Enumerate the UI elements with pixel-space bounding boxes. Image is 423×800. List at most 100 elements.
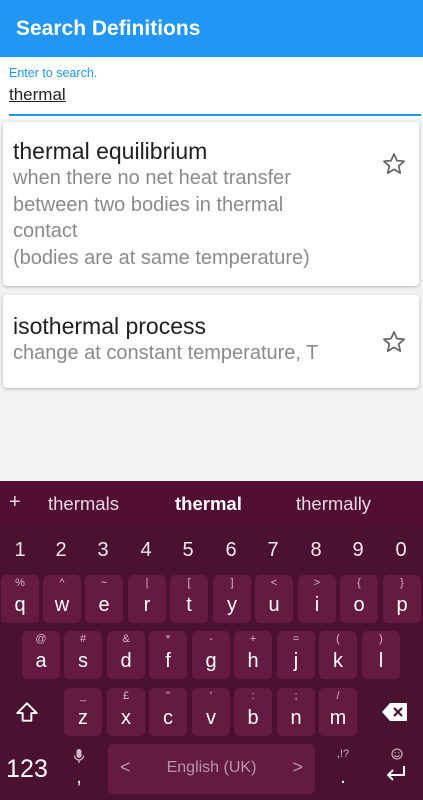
symbols-key[interactable]: 123 — [0, 744, 54, 794]
key-letter: n — [290, 707, 302, 729]
key-y[interactable]: ] y — [213, 575, 251, 623]
key-letter: u — [268, 594, 280, 616]
key-r[interactable]: | r — [128, 575, 166, 623]
key-symbol: | — [145, 577, 149, 589]
comma-key[interactable]: , — [60, 744, 98, 794]
key-l[interactable]: ) l — [362, 631, 400, 679]
key-letter: g — [205, 650, 217, 672]
key-g[interactable]: -g — [192, 631, 230, 679]
key-symbol: ' — [209, 690, 213, 702]
key-v[interactable]: ' v — [192, 688, 230, 736]
key-letter: w — [54, 594, 70, 616]
key-symbol: [ — [187, 577, 191, 589]
key-4[interactable]: 4 — [131, 539, 161, 562]
shift-key[interactable] — [4, 688, 50, 736]
enter-key[interactable] — [372, 744, 418, 794]
key-symbol: = — [292, 633, 300, 645]
app-bar: Search Definitions — [0, 0, 423, 57]
comma-label: , — [76, 766, 82, 788]
key-w[interactable]: ^ w — [43, 575, 81, 623]
key-q[interactable]: % q — [1, 575, 39, 623]
key-x[interactable]: £ x — [107, 688, 145, 736]
key-9[interactable]: 9 — [343, 539, 373, 562]
key-letter: e — [98, 594, 110, 616]
key-letter: a — [35, 650, 47, 672]
key-letter: s — [78, 650, 88, 672]
key-symbol: ~ — [100, 577, 108, 589]
key-symbol: ( — [336, 633, 340, 645]
key-b[interactable]: :b — [234, 688, 272, 736]
key-e[interactable]: ~ e — [85, 575, 123, 623]
chevron-right-icon[interactable]: > — [292, 757, 303, 778]
key-6[interactable]: 6 — [216, 539, 246, 562]
key-0[interactable]: 0 — [386, 539, 416, 562]
suggestion-item[interactable]: thermals — [48, 493, 119, 515]
number-row: 1 2 3 4 5 6 7 8 9 0 — [0, 539, 423, 563]
key-m[interactable]: / m — [319, 688, 357, 736]
key-3[interactable]: 3 — [88, 539, 118, 562]
key-d[interactable]: & d — [107, 631, 145, 679]
key-symbol: # — [79, 633, 87, 645]
key-symbol: / — [336, 690, 340, 702]
key-5[interactable]: 5 — [173, 539, 203, 562]
key-letter: h — [247, 650, 259, 672]
key-letter: p — [396, 594, 408, 616]
result-term: isothermal process — [13, 313, 207, 339]
spacebar-language: English (UK) — [166, 759, 257, 776]
key-o[interactable]: {o — [340, 575, 378, 623]
suggestion-item-primary[interactable]: thermal — [175, 493, 242, 515]
plus-icon[interactable]: + — [9, 491, 21, 514]
key-symbol: > — [313, 577, 321, 589]
key-h[interactable]: + h — [234, 631, 272, 679]
key-symbol: " — [166, 690, 170, 702]
key-2[interactable]: 2 — [46, 539, 76, 562]
key-j[interactable]: = j — [277, 631, 315, 679]
key-letter: m — [329, 707, 347, 729]
key-i[interactable]: > i — [298, 575, 336, 623]
key-u[interactable]: < u — [255, 575, 293, 623]
key-8[interactable]: 8 — [301, 539, 331, 562]
search-input[interactable]: thermal — [9, 85, 66, 105]
key-c[interactable]: " c — [149, 688, 187, 736]
period-key[interactable]: ,!? . — [324, 744, 362, 794]
key-z[interactable]: _ z — [64, 688, 102, 736]
key-symbol: : — [251, 690, 255, 702]
search-underline — [9, 114, 421, 116]
key-symbol: ] — [230, 577, 234, 589]
search-field-container[interactable]: Enter to search. thermal — [0, 57, 423, 119]
key-symbol: { — [357, 577, 361, 589]
result-card[interactable]: thermal equilibrium when there no net he… — [3, 122, 419, 286]
search-hint: Enter to search. — [9, 66, 98, 80]
backspace-key[interactable] — [372, 688, 418, 736]
key-p[interactable]: } p — [383, 575, 421, 623]
key-letter: j — [293, 650, 299, 672]
key-symbol: - — [209, 633, 213, 645]
key-symbol: & — [122, 633, 130, 645]
key-a[interactable]: @ a — [22, 631, 60, 679]
star-outline-icon[interactable] — [381, 329, 407, 355]
suggestion-bar: + thermals thermal thermally — [0, 481, 423, 526]
key-1[interactable]: 1 — [5, 539, 35, 562]
key-f[interactable]: * f — [149, 631, 187, 679]
suggestion-item[interactable]: thermally — [296, 493, 371, 515]
key-letter: y — [227, 594, 237, 616]
key-symbol: ^ — [59, 577, 65, 589]
result-card[interactable]: isothermal process change at constant te… — [3, 295, 419, 388]
star-outline-icon[interactable] — [381, 151, 407, 177]
key-symbol: ) — [379, 633, 383, 645]
key-symbol: % — [15, 577, 25, 589]
spacebar[interactable]: < English (UK) > — [108, 744, 315, 794]
key-symbol: } — [400, 577, 404, 589]
key-symbol: + — [249, 633, 257, 645]
key-t[interactable]: [t — [170, 575, 208, 623]
key-letter: d — [120, 650, 132, 672]
backspace-icon — [382, 703, 407, 721]
key-letter: f — [165, 650, 171, 672]
key-k[interactable]: (k — [319, 631, 357, 679]
key-s[interactable]: # s — [64, 631, 102, 679]
key-7[interactable]: 7 — [258, 539, 288, 562]
key-n[interactable]: ; n — [277, 688, 315, 736]
key-letter: i — [314, 594, 320, 616]
key-letter: o — [353, 594, 365, 616]
key-letter: b — [247, 707, 259, 729]
